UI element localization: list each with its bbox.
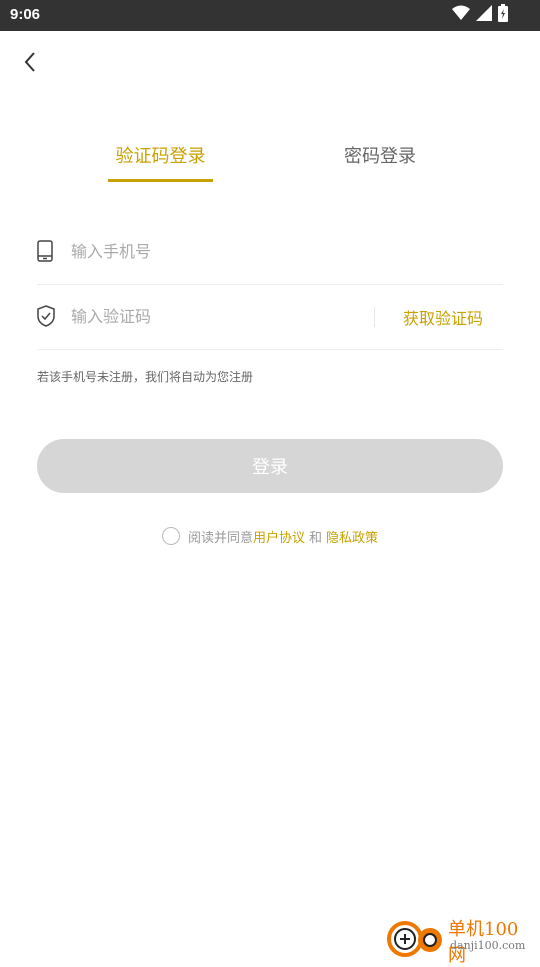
watermark-url: danji100.com bbox=[450, 939, 526, 952]
agreement-and: 和 bbox=[309, 530, 323, 546]
back-button[interactable] bbox=[16, 50, 44, 78]
watermark-icon bbox=[387, 921, 442, 957]
login-tabs: 验证码登录 密码登录 bbox=[0, 142, 540, 184]
wifi-icon bbox=[452, 5, 470, 25]
watermark-logo: 单机100网 danji100.com bbox=[386, 914, 536, 966]
status-time: 9:06 bbox=[10, 6, 41, 23]
tab-password-login[interactable]: 密码登录 bbox=[330, 142, 430, 168]
get-code-button[interactable]: 获取验证码 bbox=[403, 305, 483, 329]
phone-icon bbox=[37, 240, 55, 262]
phone-field-row bbox=[37, 220, 503, 285]
battery-icon bbox=[498, 4, 508, 26]
signal-icon bbox=[476, 5, 492, 25]
login-button[interactable]: 登录 bbox=[37, 439, 503, 493]
tab-sms-login[interactable]: 验证码登录 bbox=[108, 142, 213, 168]
auto-register-hint: 若该手机号未注册，我们将自动为您注册 bbox=[37, 370, 254, 384]
field-divider bbox=[374, 307, 375, 327]
code-input[interactable] bbox=[71, 303, 361, 329]
agree-checkbox[interactable] bbox=[161, 527, 180, 545]
shield-check-icon bbox=[37, 305, 55, 327]
code-field-row: 获取验证码 bbox=[37, 285, 503, 350]
privacy-policy-link[interactable]: 隐私政策 bbox=[326, 527, 378, 546]
phone-input[interactable] bbox=[71, 238, 361, 264]
status-bar: 9:06 bbox=[0, 0, 540, 31]
status-icons bbox=[452, 4, 508, 26]
active-tab-indicator bbox=[108, 179, 213, 182]
agreement-row: 阅读并同意 用户协议 和 隐私政策 bbox=[0, 525, 540, 547]
user-agreement-link[interactable]: 用户协议 bbox=[253, 527, 305, 546]
chevron-left-icon bbox=[22, 51, 38, 77]
agreement-prefix: 阅读并同意 bbox=[187, 530, 253, 546]
